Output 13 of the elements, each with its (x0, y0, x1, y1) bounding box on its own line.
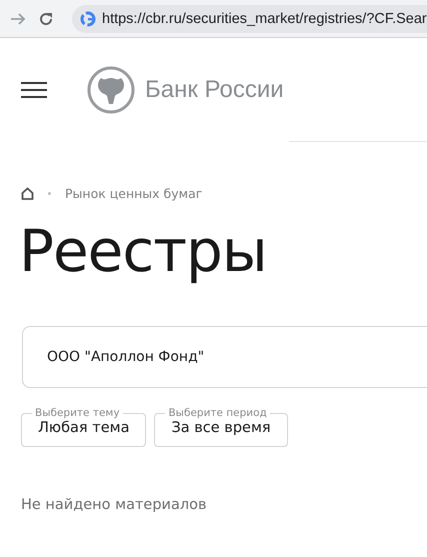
filter-dropdown[interactable]: Выберите тему Любая тема (21, 406, 146, 447)
home-icon[interactable] (21, 187, 34, 200)
google-icon (80, 10, 96, 26)
reload-icon[interactable] (38, 10, 54, 26)
page-title: Реестры (19, 216, 268, 287)
breadcrumb-link[interactable]: Рынок ценных бумаг (65, 186, 202, 201)
address-bar[interactable]: https://cbr.ru/securities_market/registries/?CF.Sear (72, 4, 427, 32)
empty-message: Не найдено материалов (21, 497, 208, 513)
search-field[interactable]: ООО "Аполлон Фонд" (22, 326, 427, 388)
dropdown-label: Выберите тему (34, 406, 121, 420)
menu-icon[interactable] (21, 81, 47, 99)
filter-dropdown[interactable]: Выберите период За все время (154, 406, 288, 447)
dropdown-label: Выберите период (167, 406, 268, 420)
